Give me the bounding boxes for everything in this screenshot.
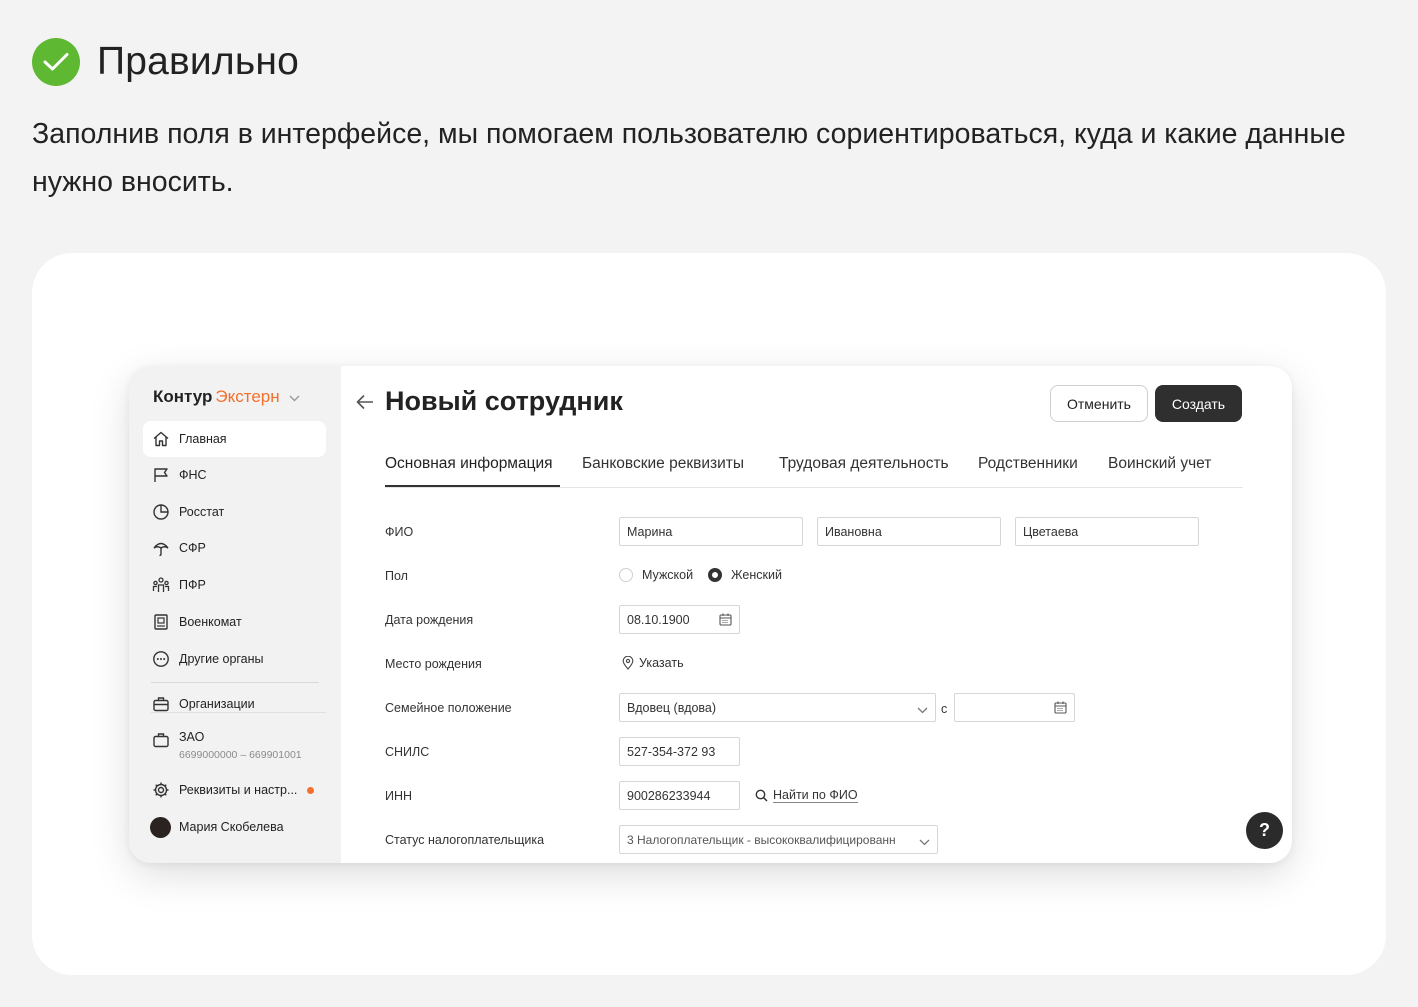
home-icon xyxy=(151,429,171,449)
tab-main-info[interactable]: Основная информация xyxy=(385,455,553,473)
help-button[interactable]: ? xyxy=(1246,812,1283,849)
notification-dot xyxy=(307,786,315,794)
tax-status-select[interactable]: 3 Налогоплательщик - высококвалифицирова… xyxy=(619,825,938,854)
birth-date-field[interactable]: 08.10.1900 xyxy=(619,605,740,634)
checkmark-icon xyxy=(32,38,80,86)
sidebar-item-label: СФР xyxy=(179,541,206,555)
marital-status-select[interactable]: Вдовец (вдова) xyxy=(619,693,936,722)
sidebar-item-organizations[interactable]: Организации xyxy=(143,686,326,722)
brand-product: Экстерн xyxy=(215,387,280,406)
tab-relatives[interactable]: Родственники xyxy=(978,455,1078,473)
org-ids: 6699000000 – 669901001 xyxy=(179,749,302,761)
umbrella-icon xyxy=(151,538,171,558)
pie-chart-icon xyxy=(151,502,171,522)
calendar-icon[interactable] xyxy=(719,613,732,629)
tab-employment[interactable]: Трудовая деятельность xyxy=(779,455,949,473)
sidebar-item-label: Другие органы xyxy=(179,652,264,666)
marital-status-label: Семейное положение xyxy=(385,701,512,715)
radio-label: Мужской xyxy=(642,568,694,582)
sidebar-item-rosstat[interactable]: Росстат xyxy=(143,494,326,530)
find-by-fio-link[interactable]: Найти по ФИО xyxy=(755,788,858,803)
tab-military[interactable]: Воинский учет xyxy=(1108,455,1211,473)
briefcase-icon xyxy=(151,730,171,750)
sidebar-item-home[interactable]: Главная xyxy=(143,421,326,457)
brand-switcher[interactable]: Контур Экстерн xyxy=(153,387,300,407)
tax-status-value: 3 Налогоплательщик - высококвалифицирова… xyxy=(627,832,896,847)
middle-name-field[interactable]: Ивановна xyxy=(817,517,1001,546)
slide-description: Заполнив поля в интерфейсе, мы помогаем … xyxy=(32,118,1346,198)
birth-date-label: Дата рождения xyxy=(385,613,474,627)
birth-place-label: Место рождения xyxy=(385,657,482,671)
chevron-down-icon xyxy=(917,703,928,717)
snils-label: СНИЛС xyxy=(385,745,430,759)
cancel-button[interactable]: Отменить xyxy=(1050,385,1148,422)
gender-label: Пол xyxy=(385,569,408,583)
snils-field[interactable]: 527-354-372 93 xyxy=(619,737,740,766)
book-icon xyxy=(151,612,171,632)
marital-since-date-field[interactable] xyxy=(954,693,1075,722)
page-title: Новый сотрудник xyxy=(385,386,623,416)
marital-since-label: с xyxy=(941,702,948,716)
sidebar-item-pfr[interactable]: ПФР xyxy=(143,567,326,603)
chevron-down-icon xyxy=(919,835,930,849)
birth-date-value: 08.10.1900 xyxy=(627,612,690,627)
birth-place-specify-link[interactable]: Указать xyxy=(622,656,684,670)
sidebar-item-label: Организации xyxy=(179,697,255,711)
birth-place-action: Указать xyxy=(639,656,684,670)
radio-label: Женский xyxy=(731,568,782,582)
active-tab-indicator xyxy=(385,485,560,487)
sidebar-item-label: Росстат xyxy=(179,505,225,519)
more-circle-icon xyxy=(151,649,171,669)
sidebar-item-sfr[interactable]: СФР xyxy=(143,530,326,566)
create-button[interactable]: Создать xyxy=(1155,385,1242,422)
search-icon xyxy=(755,789,768,802)
sidebar-item-label: Военкомат xyxy=(179,615,242,629)
gender-female-radio[interactable]: Женский xyxy=(708,568,782,582)
sidebar-item-fns[interactable]: ФНС xyxy=(143,457,326,493)
fio-label: ФИО xyxy=(385,525,414,539)
tax-status-label: Статус налогоплательщика xyxy=(385,833,545,847)
find-by-fio-label: Найти по ФИО xyxy=(773,788,858,803)
brand-name: Контур xyxy=(153,387,213,406)
location-pin-icon xyxy=(622,656,634,670)
radio-circle-checked xyxy=(708,568,722,582)
user-name: Мария Скобелева xyxy=(179,820,284,834)
sidebar-divider xyxy=(151,712,326,713)
sidebar-item-voenkomat[interactable]: Военкомат xyxy=(143,604,326,640)
gear-icon xyxy=(151,780,171,800)
last-name-field[interactable]: Цветаева xyxy=(1015,517,1199,546)
avatar xyxy=(150,816,171,838)
sidebar-divider xyxy=(151,682,319,683)
tab-bar: Основная информация Банковские реквизиты… xyxy=(385,455,1243,488)
sidebar-item-label: Реквизиты и настр... xyxy=(179,783,298,797)
chevron-down-icon xyxy=(289,387,300,407)
inn-label: ИНН xyxy=(385,789,413,803)
calendar-icon[interactable] xyxy=(1054,701,1067,717)
sidebar-item-label: Главная xyxy=(179,432,227,446)
main-content: Новый сотрудник Отменить Создать Основна… xyxy=(341,366,1292,863)
inn-field[interactable]: 900286233944 xyxy=(619,781,740,810)
tab-bank-details[interactable]: Банковские реквизиты xyxy=(582,455,744,473)
radio-circle xyxy=(619,568,633,582)
sidebar-item-label: ФНС xyxy=(179,468,207,482)
sidebar: Контур Экстерн Главная ФНС Росстат СФР П… xyxy=(129,366,341,863)
first-name-field[interactable]: Марина xyxy=(619,517,803,546)
sidebar-item-settings[interactable]: Реквизиты и настр... xyxy=(143,772,326,808)
briefcase-icon xyxy=(151,694,171,714)
gender-male-radio[interactable]: Мужской xyxy=(619,568,693,582)
slide-title: Правильно xyxy=(97,40,300,83)
flag-icon xyxy=(151,465,171,485)
marital-status-value: Вдовец (вдова) xyxy=(627,700,717,715)
slide-header: Правильно xyxy=(32,38,299,86)
back-arrow-icon[interactable] xyxy=(355,393,375,416)
people-icon xyxy=(151,575,171,595)
app-window: Контур Экстерн Главная ФНС Росстат СФР П… xyxy=(129,366,1292,863)
sidebar-item-label: ПФР xyxy=(179,578,206,592)
sidebar-item-user[interactable]: Мария Скобелева xyxy=(143,809,326,845)
sidebar-item-other[interactable]: Другие органы xyxy=(143,641,326,677)
org-name: ЗАО xyxy=(179,730,205,744)
